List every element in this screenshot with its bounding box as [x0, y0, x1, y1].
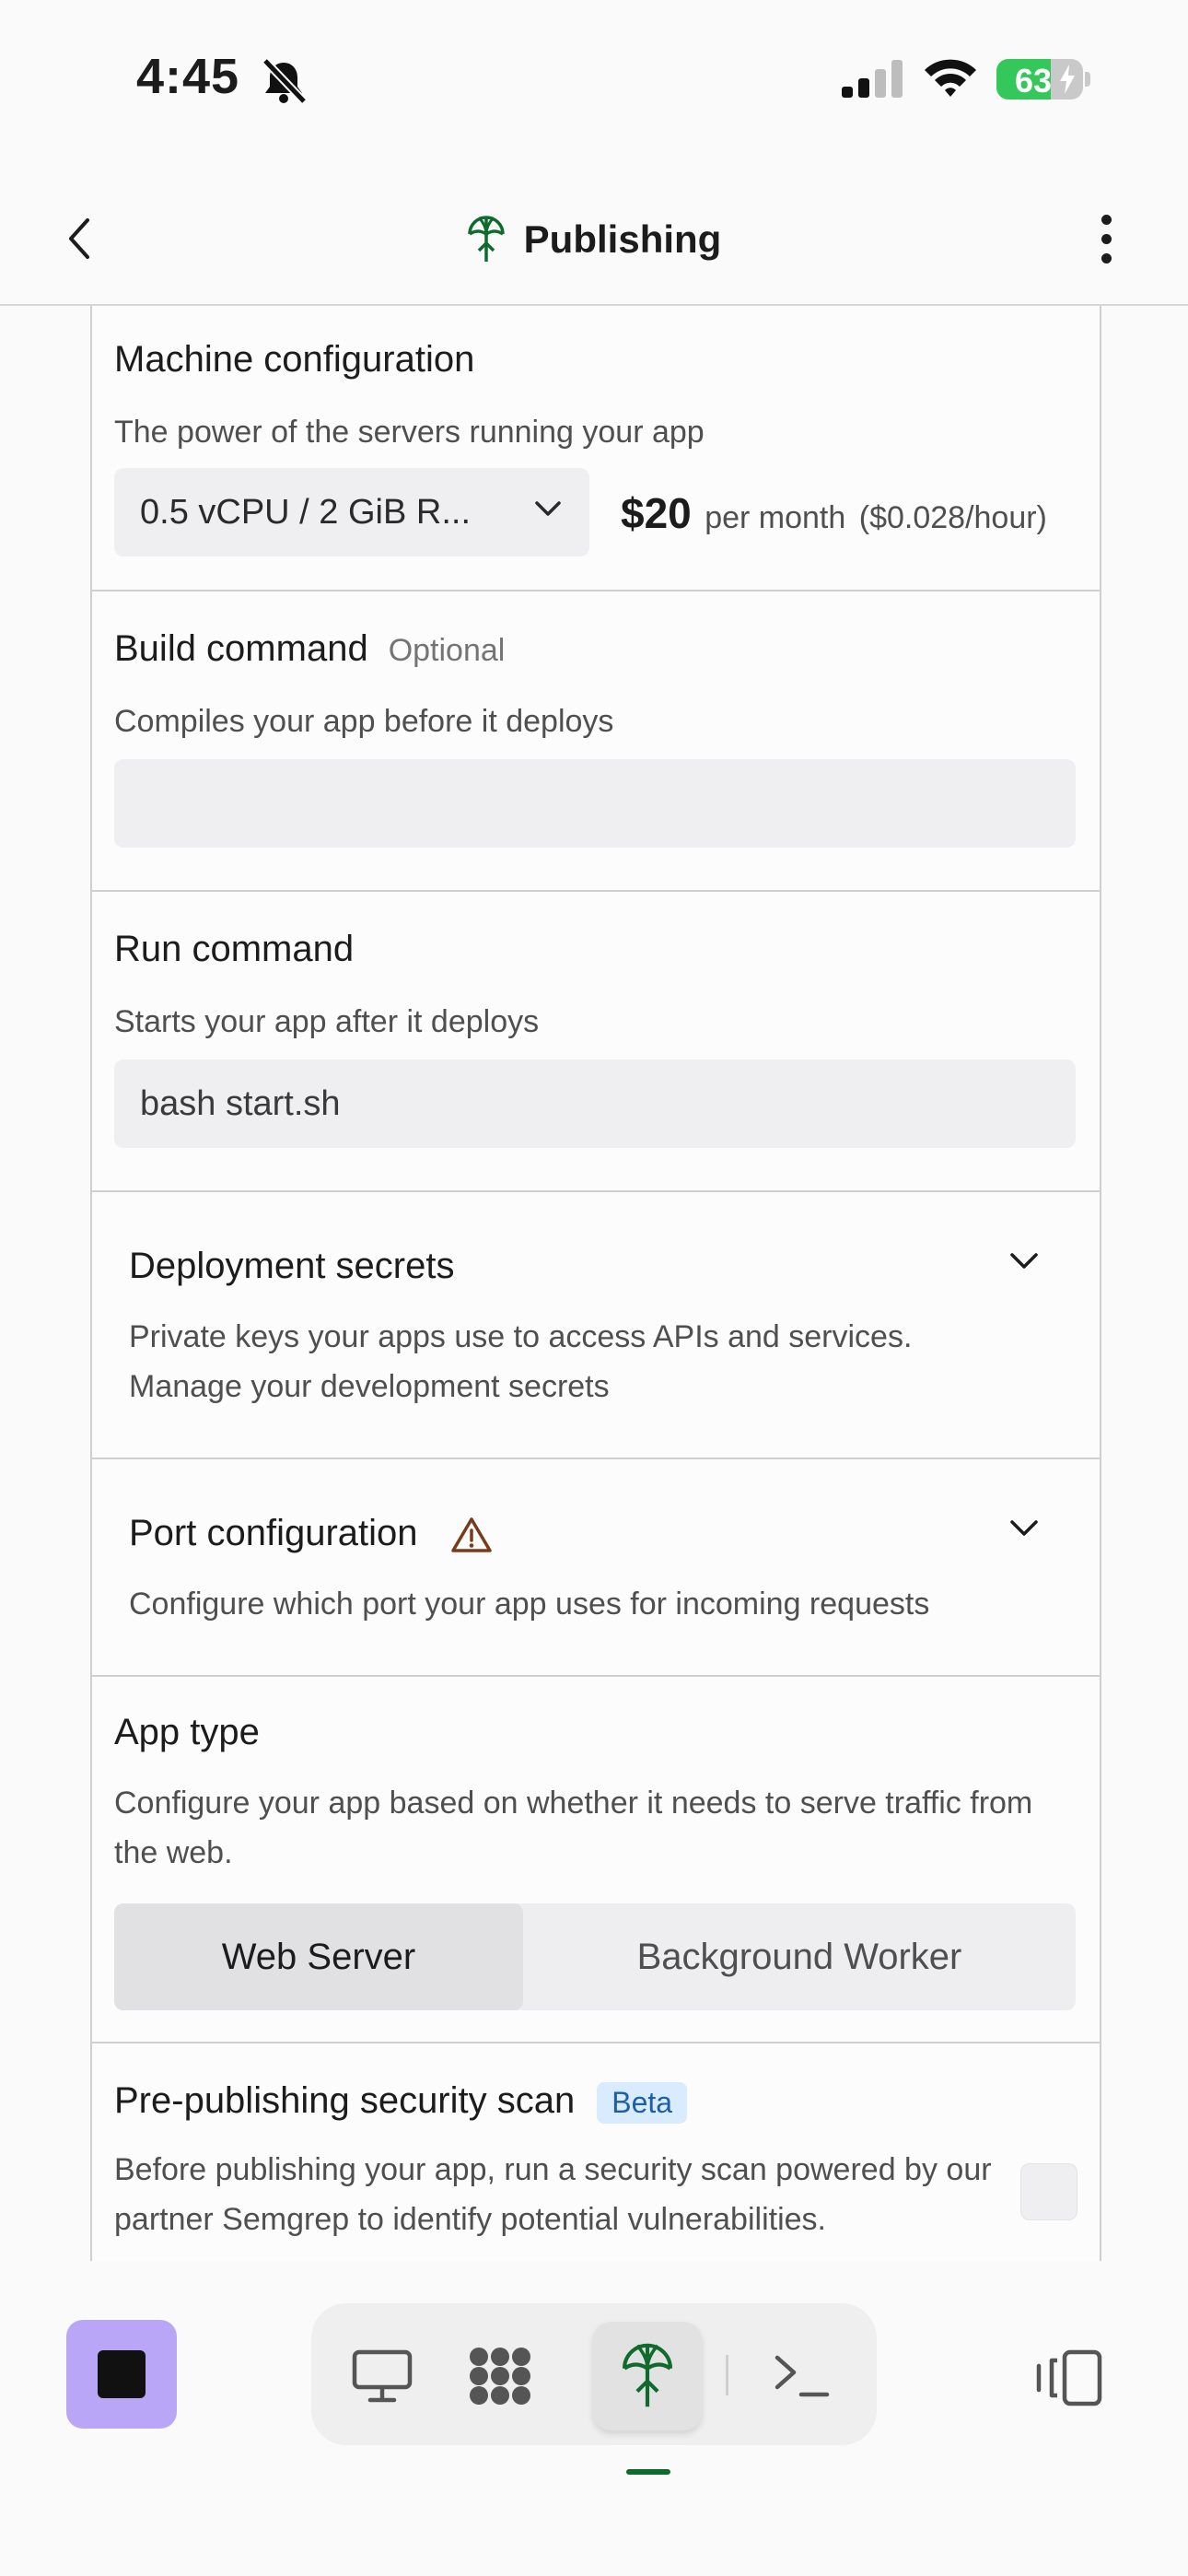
- more-options-button[interactable]: [1083, 206, 1129, 271]
- publishing-icon: [467, 216, 505, 262]
- publishing-settings-panel: Machine configuration The power of the s…: [90, 306, 1101, 2261]
- publishing-icon: [623, 2343, 672, 2407]
- stop-button[interactable]: [66, 2320, 177, 2429]
- app-type-title: App type: [114, 1712, 260, 1752]
- preview-tab[interactable]: [328, 2322, 437, 2430]
- workspace-icon: [470, 2348, 530, 2405]
- background-worker-option[interactable]: Background Worker: [523, 1903, 1076, 2010]
- security-scan-description: Before publishing your app, run a securi…: [114, 2152, 992, 2237]
- preview-icon: [352, 2349, 413, 2403]
- build-command-section: Build command Optional Compiles your app …: [92, 591, 1100, 892]
- run-command-input[interactable]: bash start.sh: [114, 1060, 1076, 1148]
- app-type-segmented-control: Web Server Background Worker: [114, 1903, 1076, 2010]
- security-scan-checkbox[interactable]: [1020, 2163, 1077, 2220]
- machine-config-description: The power of the servers running your ap…: [114, 415, 705, 450]
- build-command-description: Compiles your app before it deploys: [114, 704, 614, 739]
- price-period: per month: [705, 500, 846, 535]
- switch-device-icon: [1036, 2349, 1102, 2406]
- app-type-section: App type Configure your app based on whe…: [92, 1677, 1100, 2043]
- deployment-secrets-description: Private keys your apps use to access API…: [129, 1319, 913, 1354]
- chevron-down-icon[interactable]: [1009, 1251, 1039, 1271]
- wifi-icon: [921, 55, 980, 104]
- manage-secrets-link[interactable]: Manage your development secrets: [129, 1362, 1059, 1411]
- menu-dot: [1101, 233, 1112, 244]
- publishing-tab[interactable]: [593, 2322, 702, 2430]
- build-command-title: Build command: [114, 628, 368, 669]
- machine-size-selected: 0.5 vCPU / 2 GiB R...: [140, 492, 471, 532]
- port-config-description: Configure which port your app uses for i…: [129, 1587, 930, 1622]
- price-hourly: ($0.028/hour): [858, 500, 1047, 535]
- page-title: Publishing: [523, 217, 722, 261]
- port-configuration-section[interactable]: Port configuration Configure which port …: [92, 1459, 1100, 1677]
- charging-bolt-icon: [1060, 64, 1075, 94]
- run-command-section: Run command Starts your app after it dep…: [92, 892, 1100, 1192]
- console-tab[interactable]: [748, 2322, 856, 2430]
- security-scan-section: Pre-publishing security scan Beta Before …: [92, 2043, 1100, 2261]
- tool-tabs: [311, 2303, 877, 2445]
- deployment-secrets-section[interactable]: Deployment secrets Private keys your app…: [92, 1192, 1100, 1459]
- chevron-down-icon: [535, 501, 561, 516]
- security-scan-title: Pre-publishing security scan: [114, 2080, 576, 2121]
- battery-cap: [1085, 72, 1090, 87]
- status-time: 4:45: [136, 49, 240, 104]
- build-command-title-row: Build command Optional: [114, 628, 505, 670]
- bottom-toolbar: [0, 2261, 1188, 2576]
- optional-label: Optional: [388, 633, 506, 668]
- stop-icon: [98, 2350, 146, 2398]
- beta-badge: Beta: [597, 2081, 688, 2124]
- tab-divider: [726, 2355, 728, 2395]
- web-server-option[interactable]: Web Server: [114, 1903, 523, 2010]
- price-amount: $20: [621, 489, 692, 537]
- cellular-signal-icon: [840, 59, 904, 102]
- port-config-title-row: Port configuration: [129, 1513, 493, 1554]
- app-type-description: Configure your app based on whether it n…: [114, 1786, 1033, 1870]
- chevron-down-icon[interactable]: [1009, 1518, 1039, 1539]
- machine-config-title: Machine configuration: [114, 339, 475, 380]
- run-command-title: Run command: [114, 929, 355, 969]
- top-header: Publishing: [0, 175, 1188, 306]
- deployment-secrets-title: Deployment secrets: [129, 1246, 455, 1286]
- run-command-description: Starts your app after it deploys: [114, 1004, 540, 1039]
- build-command-input[interactable]: [114, 759, 1076, 848]
- devices-button[interactable]: [1030, 2346, 1103, 2410]
- workspace-tab[interactable]: [446, 2322, 554, 2430]
- active-tab-indicator: [626, 2469, 670, 2475]
- battery-indicator: 63: [996, 59, 1083, 100]
- warning-icon: [450, 1517, 492, 1553]
- silent-bell-icon: [258, 57, 309, 110]
- menu-dot: [1101, 252, 1112, 263]
- machine-configuration-section: Machine configuration The power of the s…: [92, 306, 1100, 591]
- header-title-group: Publishing: [0, 203, 1188, 276]
- console-icon: [775, 2355, 830, 2397]
- machine-price: $20 per month ($0.028/hour): [621, 488, 1047, 538]
- menu-dot: [1101, 214, 1112, 225]
- port-config-title: Port configuration: [129, 1513, 418, 1553]
- machine-size-select[interactable]: 0.5 vCPU / 2 GiB R...: [114, 468, 589, 556]
- security-scan-title-row: Pre-publishing security scan Beta: [114, 2080, 688, 2124]
